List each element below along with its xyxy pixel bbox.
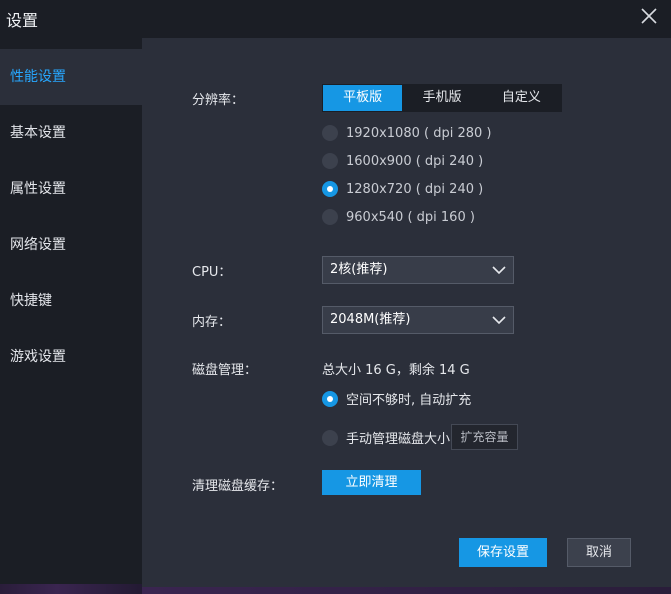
cancel-button[interactable]: 取消 <box>567 538 631 567</box>
radio-icon <box>322 125 338 141</box>
resolution-option-1280[interactable]: 1280x720 ( dpi 240 ) <box>322 181 483 197</box>
window-title: 设置 <box>6 11 39 30</box>
tab-phone[interactable]: 手机版 <box>402 85 481 111</box>
save-button[interactable]: 保存设置 <box>459 538 547 567</box>
radio-icon <box>322 153 338 169</box>
radio-selected-icon <box>322 390 338 407</box>
disk-info: 总大小 16 G，剩余 14 G <box>322 363 470 378</box>
sidebar: 性能设置 基本设置 属性设置 网络设置 快捷键 游戏设置 <box>0 38 142 594</box>
cache-label: 清理磁盘缓存： <box>192 479 284 494</box>
sidebar-item-game[interactable]: 游戏设置 <box>0 329 142 385</box>
sidebar-item-shortcuts[interactable]: 快捷键 <box>0 273 142 329</box>
disk-manual-label: 手动管理磁盘大小 <box>346 432 451 447</box>
resolution-label: 分辨率： <box>192 93 245 108</box>
resolution-option-1600[interactable]: 1600x900 ( dpi 240 ) <box>322 153 483 169</box>
cpu-select[interactable]: 2核(推荐) <box>322 256 514 284</box>
title-bar: 设置 <box>0 0 671 38</box>
resolution-option-1920[interactable]: 1920x1080 ( dpi 280 ) <box>322 125 491 141</box>
resolution-option-label: 1920x1080 ( dpi 280 ) <box>346 125 492 141</box>
bottom-decoration <box>142 587 671 594</box>
memory-label: 内存： <box>192 315 232 330</box>
disk-label: 磁盘管理： <box>192 363 258 378</box>
cpu-label: CPU： <box>192 265 232 280</box>
close-icon[interactable] <box>639 6 659 26</box>
cpu-value: 2核(推荐) <box>330 262 388 277</box>
clear-cache-button[interactable]: 立即清理 <box>322 470 421 495</box>
radio-selected-icon <box>322 181 338 197</box>
radio-icon <box>322 429 338 446</box>
sidebar-item-properties[interactable]: 属性设置 <box>0 161 142 217</box>
disk-auto-expand-option[interactable]: 空间不够时, 自动扩充 <box>322 389 471 408</box>
sidebar-item-network[interactable]: 网络设置 <box>0 217 142 273</box>
chevron-down-icon <box>492 316 506 325</box>
disk-manual-option[interactable]: 手动管理磁盘大小 <box>322 428 450 447</box>
resolution-option-label: 1280x720 ( dpi 240 ) <box>346 181 484 197</box>
resolution-option-label: 1600x900 ( dpi 240 ) <box>346 153 484 169</box>
chevron-down-icon <box>492 266 506 275</box>
radio-icon <box>322 209 338 225</box>
tab-tablet[interactable]: 平板版 <box>323 85 403 111</box>
memory-select[interactable]: 2048M(推荐) <box>322 306 514 334</box>
memory-value: 2048M(推荐) <box>330 312 411 327</box>
resolution-option-label: 960x540 ( dpi 160 ) <box>346 209 475 225</box>
sidebar-item-basic[interactable]: 基本设置 <box>0 105 142 161</box>
resolution-option-960[interactable]: 960x540 ( dpi 160 ) <box>322 209 475 225</box>
sidebar-item-performance[interactable]: 性能设置 <box>0 49 142 105</box>
resolution-tabs: 平板版 手机版 自定义 <box>322 84 562 112</box>
expand-capacity-button[interactable]: 扩充容量 <box>451 424 518 450</box>
sidebar-decoration <box>0 584 142 594</box>
tab-custom[interactable]: 自定义 <box>482 85 561 111</box>
disk-auto-expand-label: 空间不够时, 自动扩充 <box>346 393 472 408</box>
